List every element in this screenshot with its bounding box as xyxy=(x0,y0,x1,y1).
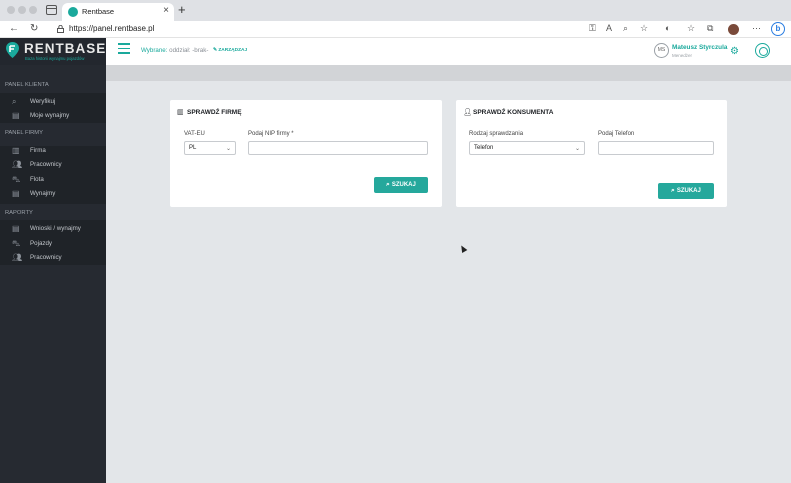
selected-prefix: Wybrane: xyxy=(141,47,168,54)
browser-titlebar: Rentbase × + xyxy=(0,0,791,21)
sidebar-item-my-rentals[interactable]: ▤ Moje wynajmy xyxy=(0,109,106,123)
check-type-label: Rodzaj sprawdzania xyxy=(469,131,524,137)
browser-tab[interactable]: Rentbase × xyxy=(62,3,174,21)
car-icon: ⛍ xyxy=(12,239,21,248)
favorite-star-icon[interactable]: ☆ xyxy=(640,23,648,34)
sidebar-item-vehicles[interactable]: ⛍ Pojazdy xyxy=(0,237,106,251)
tab-title: Rentbase xyxy=(82,7,115,16)
manage-label: ZARZĄDZAJ xyxy=(218,48,248,53)
logo-name: RENTBASE xyxy=(24,41,107,56)
zoom-icon[interactable]: ⌕ xyxy=(623,23,628,34)
vat-eu-select[interactable]: PL ⌄ xyxy=(184,141,236,155)
sidebar-item-label: Wnioski / wynajmy xyxy=(30,225,81,232)
check-type-value: Telefon xyxy=(474,145,494,151)
document-icon: ▤ xyxy=(12,189,20,198)
company-search-button[interactable]: ⌕ SZUKAJ xyxy=(374,177,428,193)
check-consumer-title: SPRAWDŹ KONSUMENTA xyxy=(473,109,554,116)
users-icon: 👥︎ xyxy=(12,253,23,262)
key-icon[interactable]: ⚿ xyxy=(589,23,596,34)
nip-input[interactable] xyxy=(248,141,428,155)
building-icon: ▥ xyxy=(177,109,184,116)
search-icon: ⌕ xyxy=(386,181,390,188)
manage-link[interactable]: ✎ ZARZĄDZAJ xyxy=(213,48,247,53)
logo[interactable]: RENTBASE Baza historii wynajmu pojazdów xyxy=(0,38,106,65)
back-button[interactable]: ← xyxy=(9,23,19,34)
sidebar-item-label: Weryfikuj xyxy=(30,98,56,105)
sidebar-item-company[interactable]: ▥ Firma xyxy=(0,144,106,158)
maximize-window-dot[interactable] xyxy=(29,6,37,14)
check-type-select[interactable]: Telefon ⌄ xyxy=(469,141,585,155)
settings-gear-icon[interactable]: ⚙ xyxy=(730,46,739,57)
sidebar-item-fleet[interactable]: ⛍ Flota xyxy=(0,173,106,187)
sidebar-item-rentals[interactable]: ▤ Wynajmy xyxy=(0,187,106,201)
profile-avatar[interactable] xyxy=(728,24,739,35)
section-header-company: PANEL FIRMY xyxy=(5,130,44,136)
tab-close-icon[interactable]: × xyxy=(163,5,169,16)
new-tab-button[interactable]: + xyxy=(178,2,186,17)
menu-toggle-icon[interactable] xyxy=(118,43,130,54)
minimize-window-dot[interactable] xyxy=(18,6,26,14)
tab-actions-icon[interactable] xyxy=(46,5,57,15)
logo-tagline: Baza historii wynajmu pojazdów xyxy=(25,56,85,61)
section-header-client: PANEL KLIENTA xyxy=(5,82,49,88)
url-field[interactable]: https://panel.rentbase.pl xyxy=(69,24,154,33)
vat-eu-label: VAT-EU xyxy=(184,131,205,137)
phone-input[interactable] xyxy=(598,141,714,155)
check-consumer-card: 👤︎ SPRAWDŹ KONSUMENTA Rodzaj sprawdzania… xyxy=(456,100,727,207)
browser-toolbar: ← ↻ https://panel.rentbase.pl ⚿ A ⌕ ☆ ◐ … xyxy=(0,21,791,38)
user-role: Menedżer xyxy=(672,53,693,58)
user-name[interactable]: Mateusz Styrczula xyxy=(672,44,727,51)
building-icon: ▥ xyxy=(12,146,20,155)
favorites-icon[interactable]: ☆ xyxy=(687,23,695,34)
sidebar-item-employees[interactable]: 👥︎ Pracownicy xyxy=(0,158,106,172)
sidebar-item-label: Pojazdy xyxy=(30,240,53,247)
close-window-dot[interactable] xyxy=(7,6,15,14)
collections-icon[interactable]: ⧉ xyxy=(707,23,713,34)
document-icon: ▤ xyxy=(12,224,20,233)
vat-eu-value: PL xyxy=(189,145,197,151)
selected-value: oddział: -brak- xyxy=(169,47,209,54)
sidebar-item-verify[interactable]: ⌕ Weryfikuj xyxy=(0,95,106,109)
logo-mark-icon xyxy=(6,42,19,58)
sidebar-item-label: Wynajmy xyxy=(30,190,56,197)
users-icon: 👥︎ xyxy=(12,160,23,169)
sidebar-item-label: Firma xyxy=(30,147,46,154)
user-avatar[interactable]: MS xyxy=(654,43,669,58)
chevron-down-icon: ⌄ xyxy=(225,146,231,152)
check-company-title: SPRAWDŹ FIRMĘ xyxy=(187,109,242,116)
nip-label: Podaj NIP firmy * xyxy=(248,131,294,137)
sidebar-item-label: Pracownicy xyxy=(30,161,62,168)
sidebar-item-label: Moje wynajmy xyxy=(30,112,70,119)
car-icon: ⛍ xyxy=(12,175,21,184)
sidebar-item-label: Flota xyxy=(30,176,44,183)
search-icon: ⌕ xyxy=(12,97,17,106)
rentbase-favicon-icon xyxy=(68,7,78,17)
document-icon: ▤ xyxy=(12,111,20,120)
consumer-search-label: SZUKAJ xyxy=(676,188,701,194)
content-top-band xyxy=(106,65,791,81)
user-icon: 👤︎ xyxy=(463,109,472,116)
sync-icon[interactable]: ◐ xyxy=(665,23,670,33)
selected-branch: Wybrane: oddział: -brak- xyxy=(141,47,208,54)
chevron-down-icon: ⌄ xyxy=(574,146,580,152)
more-menu-icon[interactable]: ⋯ xyxy=(752,23,761,34)
sidebar: PANEL KLIENTA ⌕ Weryfikuj ▤ Moje wynajmy… xyxy=(0,65,106,483)
read-aloud-icon[interactable]: A xyxy=(606,23,612,33)
consumer-search-button[interactable]: ⌕ SZUKAJ xyxy=(658,183,714,199)
sidebar-item-label: Pracownicy xyxy=(30,254,62,261)
company-search-label: SZUKAJ xyxy=(391,182,416,188)
logout-power-icon[interactable] xyxy=(755,43,770,58)
sidebar-item-report-employees[interactable]: 👥︎ Pracownicy xyxy=(0,251,106,265)
bing-icon[interactable]: b xyxy=(771,22,785,36)
phone-label: Podaj Telefon xyxy=(598,131,635,137)
lock-icon xyxy=(57,25,64,33)
section-header-reports: RAPORTY xyxy=(5,210,33,216)
check-company-card: ▥ SPRAWDŹ FIRMĘ VAT-EU PL ⌄ Podaj NIP fi… xyxy=(170,100,442,207)
sidebar-item-requests[interactable]: ▤ Wnioski / wynajmy xyxy=(0,222,106,236)
refresh-button[interactable]: ↻ xyxy=(30,23,38,34)
search-icon: ⌕ xyxy=(671,187,675,194)
app-header: RENTBASE Baza historii wynajmu pojazdów … xyxy=(0,38,791,65)
